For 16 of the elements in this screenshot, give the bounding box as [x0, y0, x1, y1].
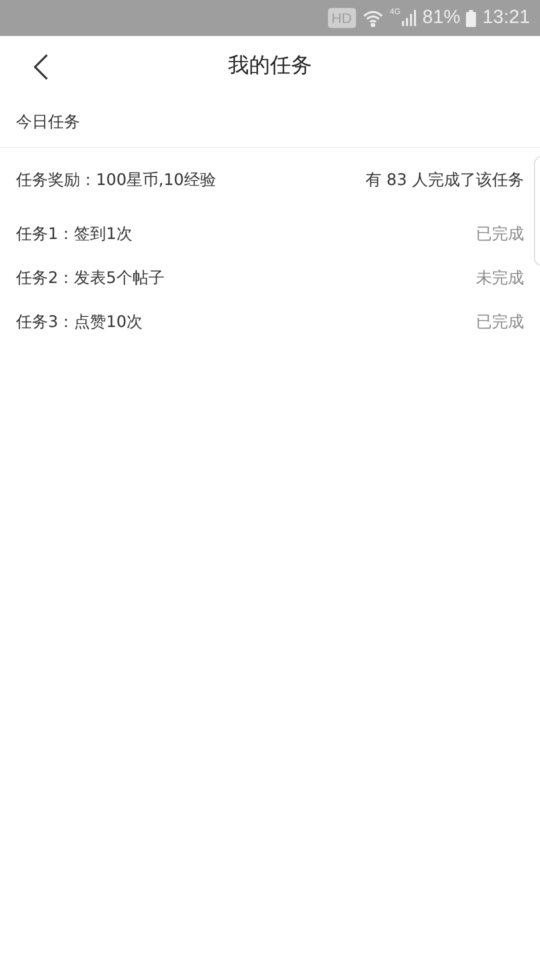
task-name: 任务2：发表5个帖子 [16, 267, 164, 289]
completion-count: 有 83 人完成了该任务 [365, 169, 524, 191]
network-label: 4G [390, 8, 400, 16]
signal-icon [402, 10, 416, 26]
task-status: 已完成 [476, 223, 524, 245]
page-title: 我的任务 [228, 52, 312, 80]
task-status: 已完成 [476, 311, 524, 333]
task-status: 未完成 [476, 267, 524, 289]
wifi-icon [362, 9, 384, 27]
reward-label: 任务奖励：100星币,10经验 [16, 169, 216, 191]
task-name: 任务1：签到1次 [16, 223, 132, 245]
battery-icon [466, 10, 476, 26]
task-name: 任务3：点赞10次 [16, 311, 143, 333]
section-title: 今日任务 [16, 110, 80, 132]
battery-percent: 81% [422, 6, 460, 30]
clock: 13:21 [482, 6, 530, 30]
